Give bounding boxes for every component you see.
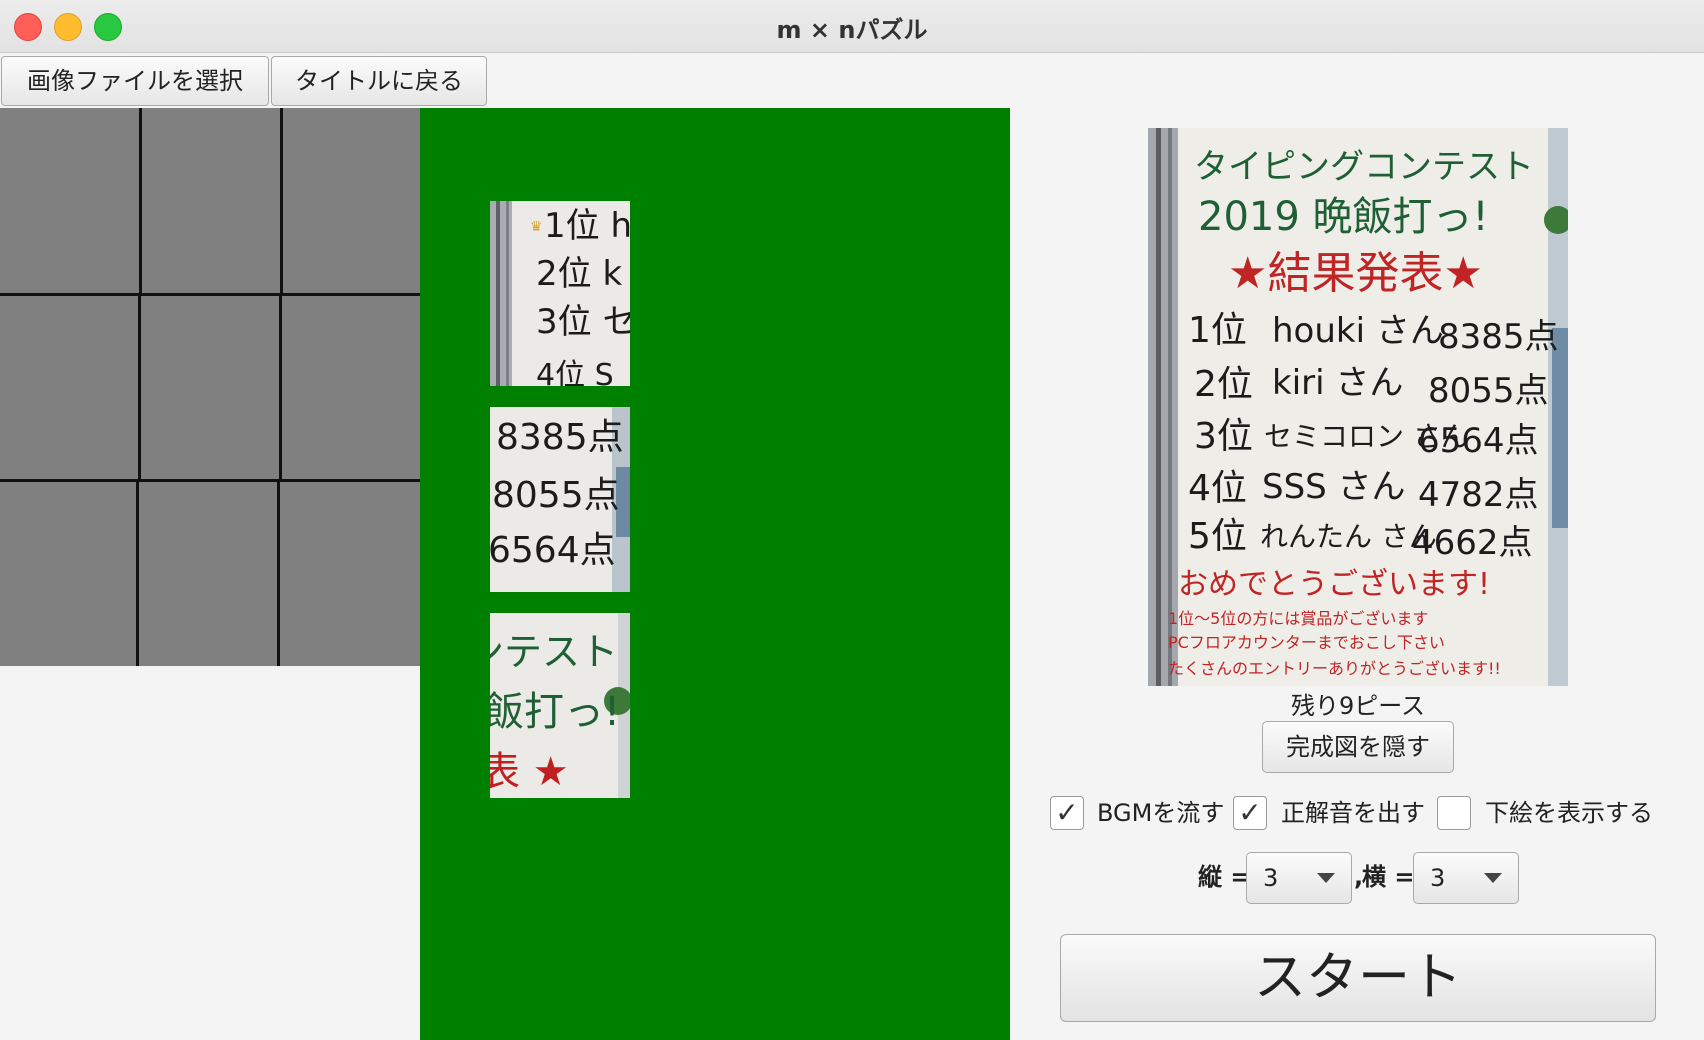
piece-text: 1位 h <box>544 206 630 246</box>
rank-label: 2位 <box>1194 364 1253 405</box>
puzzle-board[interactable] <box>0 108 420 666</box>
rows-select[interactable]: 3 <box>1246 852 1352 904</box>
grid-line <box>280 108 283 294</box>
rank-score: 4662点 <box>1412 523 1533 563</box>
rank-score: 8055点 <box>1428 371 1549 411</box>
rank-score: 6564点 <box>1418 421 1539 461</box>
remaining-pieces-label: 残り9ピース <box>1290 692 1426 720</box>
piece-text: 8055点 <box>492 475 620 516</box>
preview-heading: ★結果発表★ <box>1228 248 1483 299</box>
correct-sound-label: 正解音を出す <box>1281 799 1425 827</box>
rows-select-value: 3 <box>1263 864 1279 892</box>
grid-line <box>279 294 282 480</box>
select-image-button[interactable]: 画像ファイルを選択 <box>1 56 269 106</box>
bgm-label: BGMを流す <box>1097 799 1225 827</box>
preview-image: タイピングコンテスト 2019 晩飯打っ! ★結果発表★ 1位 houki さん… <box>1148 128 1568 686</box>
piece-tray: ♛ 1位 h 2位 k 3位 セ 4位 S 8385点 8055点 6564点 … <box>420 108 1010 1040</box>
preview-heading: タイピングコンテスト <box>1194 147 1534 187</box>
grid-line <box>0 479 420 482</box>
rank-label: 5位 <box>1188 516 1247 557</box>
svg-text:♛: ♛ <box>530 219 543 235</box>
preview-note: 1位〜5位の方には賞品がございます <box>1168 609 1428 628</box>
cols-select-value: 3 <box>1430 864 1446 892</box>
piece-text: 表 ★ <box>490 749 569 795</box>
start-button[interactable]: スタート <box>1060 934 1656 1022</box>
chevron-down-icon <box>1317 873 1335 883</box>
piece-text: 2位 k <box>536 254 622 294</box>
grid-line <box>139 108 142 294</box>
chevron-down-icon <box>1484 873 1502 883</box>
correct-sound-checkbox[interactable]: ✓ <box>1233 796 1267 830</box>
piece-text: 4位 S <box>536 358 614 386</box>
puzzle-piece[interactable]: 8385点 8055点 6564点 <box>490 407 630 592</box>
completed-image-preview: タイピングコンテスト 2019 晩飯打っ! ★結果発表★ 1位 houki さん… <box>1148 128 1568 686</box>
rows-label: 縦 = <box>1198 863 1251 891</box>
preview-heading: 2019 晩飯打っ! <box>1198 194 1489 240</box>
piece-text: 8385点 <box>496 417 624 458</box>
preview-note: たくさんのエントリーありがとうございます!! <box>1168 659 1501 678</box>
puzzle-piece[interactable]: ンテスト 飯打っ! 表 ★ <box>490 613 630 798</box>
rank-name: houki さん <box>1272 311 1444 351</box>
underlay-checkbox[interactable] <box>1437 796 1471 830</box>
preview-note: PCフロアカウンターまでおこし下さい <box>1168 633 1445 652</box>
rank-score: 8385点 <box>1438 317 1559 357</box>
piece-text: 3位 セ <box>536 302 630 342</box>
grid-line <box>277 480 280 666</box>
piece-text: 6564点 <box>490 530 616 571</box>
grid-line <box>138 294 141 480</box>
cols-label: 横 = <box>1362 863 1415 891</box>
piece-image: ♛ 1位 h 2位 k 3位 セ 4位 S <box>490 201 630 386</box>
rank-name: kiri さん <box>1272 363 1403 403</box>
window-title: m × nパズル <box>776 16 928 44</box>
grid-line <box>0 293 420 296</box>
hide-preview-button[interactable]: 完成図を隠す <box>1262 721 1454 773</box>
rank-label: 3位 <box>1194 416 1253 457</box>
rank-name: れんたん さん <box>1260 520 1437 553</box>
piece-image: 8385点 8055点 6564点 <box>490 407 630 592</box>
rank-label: 4位 <box>1188 468 1247 509</box>
back-to-title-button[interactable]: タイトルに戻る <box>271 56 487 106</box>
rank-name: SSS さん <box>1262 467 1406 507</box>
underlay-label: 下絵を表示する <box>1485 799 1653 827</box>
puzzle-piece[interactable]: ♛ 1位 h 2位 k 3位 セ 4位 S <box>490 201 630 386</box>
preview-congrats: おめでとうございます! <box>1178 567 1490 602</box>
grid-line <box>136 480 139 666</box>
window-titlebar: m × nパズル <box>0 0 1704 53</box>
rank-label: 1位 <box>1188 310 1247 351</box>
piece-text: ンテスト <box>490 630 618 674</box>
cols-select[interactable]: 3 <box>1413 852 1519 904</box>
bgm-checkbox[interactable]: ✓ <box>1050 796 1084 830</box>
piece-image: ンテスト 飯打っ! 表 ★ <box>490 613 630 798</box>
rank-score: 4782点 <box>1418 475 1539 515</box>
piece-text: 飯打っ! <box>490 689 620 735</box>
